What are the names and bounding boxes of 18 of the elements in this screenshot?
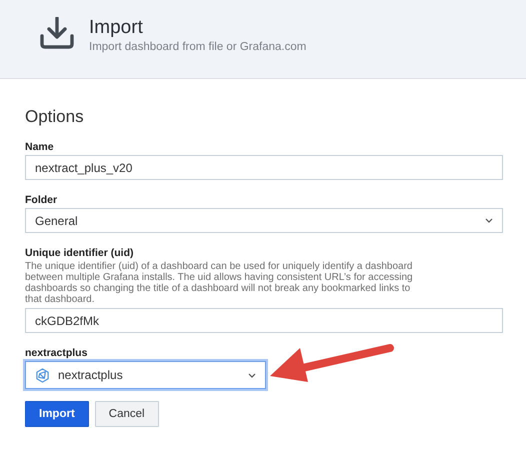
cancel-button[interactable]: Cancel	[94, 401, 159, 427]
page-title: Import	[89, 17, 144, 39]
input-field[interactable]: ckGDB2fMk	[25, 308, 503, 333]
field-label: Folder	[25, 194, 58, 206]
download-icon	[40, 17, 74, 49]
field-label: nextractplus	[25, 347, 88, 359]
chevron-icon	[485, 218, 493, 223]
chevron-icon	[248, 372, 256, 378]
field-label: Name	[25, 141, 55, 153]
page-subtitle: Import dashboard from file or Grafana.com	[89, 41, 306, 53]
field-label: Unique identifier (uid)	[25, 247, 134, 259]
input-field[interactable]: nextract_plus_v20	[25, 155, 503, 180]
section-heading: Options	[25, 107, 85, 127]
import-button[interactable]: Import	[25, 401, 89, 427]
datasource-select[interactable]: nextractplus	[25, 361, 266, 389]
select-field[interactable]: General	[25, 208, 503, 233]
field-description: The unique identifier (uid) of a dashboard can be used for uniquely identify a dashboard between multiple Grafana installs. The uid allows having consistent URL’s for accessing dashboards so changing the title of a dashboard will not break any bookmarked links to that dashboard.	[25, 261, 414, 305]
datasource-icon	[35, 368, 50, 382]
